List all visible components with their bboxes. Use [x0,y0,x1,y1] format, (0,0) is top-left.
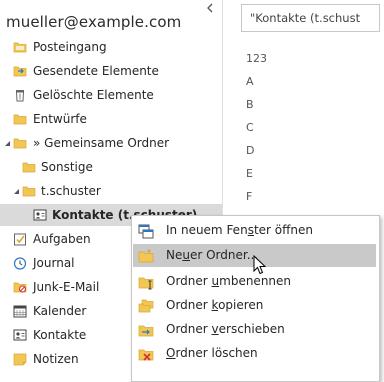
notes-icon [13,353,27,366]
menu-item-label: Neuer Ordner... [166,248,259,262]
menu-item-label: Ordner löschen [166,346,258,360]
tasks-icon [14,233,26,246]
folder-icon [13,114,27,125]
folder-label: Posteingang [33,40,107,54]
menu-item-label: Ordner umbenennen [166,274,292,288]
index-letter[interactable]: E [246,167,253,180]
mouse-cursor-icon [253,255,267,275]
move-folder-icon [138,325,154,337]
menu-item-label: Ordner verschieben [166,322,285,336]
expanded-triangle-icon[interactable] [11,184,21,198]
calendar-icon [13,305,27,318]
new-window-icon [138,224,154,239]
folder-label: Gelöschte Elemente [33,88,154,102]
index-letter[interactable]: C [246,121,254,134]
contacts-icon [13,329,27,341]
folder-icon [22,186,36,197]
folder-label: » Gemeinsame Ordner [33,136,170,150]
collapse-pane-icon[interactable] [204,2,216,14]
index-letter[interactable]: F [246,190,252,203]
folder-label: Gesendete Elemente [33,64,159,78]
folder-label: Notizen [33,352,79,366]
index-letter[interactable]: A [246,75,254,88]
trash-icon [15,90,25,102]
folder-label: Kontakte [33,328,87,342]
rename-folder-icon [138,277,154,290]
index-letter[interactable]: B [246,98,254,111]
account-name[interactable]: mueller@example.com [6,13,181,31]
sent-folder-icon [13,66,27,77]
folder-label: Entwürfe [33,112,87,126]
folder-item-posteingang[interactable]: Posteingang [0,36,222,58]
index-letter[interactable]: 123 [246,52,267,65]
folder-item-entwuerfe[interactable]: Entwürfe [0,108,222,130]
folder-label: Kalender [33,304,87,318]
folder-item-gesendete-elemente[interactable]: Gesendete Elemente [0,60,222,82]
expanded-triangle-icon[interactable] [2,136,12,150]
delete-folder-icon [138,349,154,361]
folder-icon [22,162,36,173]
journal-icon [13,257,27,270]
menu-item-label: Ordner kopieren [166,298,264,312]
index-letter[interactable]: D [246,144,254,157]
folder-item-t-schuster[interactable]: t.schuster [0,180,222,202]
inbox-folder-icon [13,42,27,53]
shared-folder-icon [13,138,27,149]
folder-label: Journal [33,256,75,270]
folder-item-sonstige[interactable]: Sonstige [0,156,222,178]
folder-item-geloeschte-elemente[interactable]: Gelöschte Elemente [0,84,222,106]
contacts-icon [33,209,47,221]
menu-item-move-folder[interactable]: Ordner verschieben [133,318,376,341]
folder-label: Junk-E-Mail [33,280,100,294]
search-box[interactable] [241,4,380,32]
search-input[interactable] [250,10,375,26]
copy-folder-icon [138,299,154,313]
junk-folder-icon [13,282,27,293]
folder-context-menu: In neuem Fenster öffnen Neuer Ordner... … [131,215,380,382]
folder-item-gemeinsame-ordner[interactable]: » Gemeinsame Ordner [0,132,222,154]
menu-item-copy-folder[interactable]: Ordner kopieren [133,294,376,317]
folder-label: t.schuster [41,184,101,198]
folder-label: Aufgaben [33,232,91,246]
folder-label: Sonstige [41,160,93,174]
menu-item-label: In neuem Fenster öffnen [166,223,313,237]
new-folder-icon [138,249,154,263]
menu-item-open-new-window[interactable]: In neuem Fenster öffnen [133,219,376,242]
menu-item-delete-folder[interactable]: Ordner löschen [133,342,376,365]
